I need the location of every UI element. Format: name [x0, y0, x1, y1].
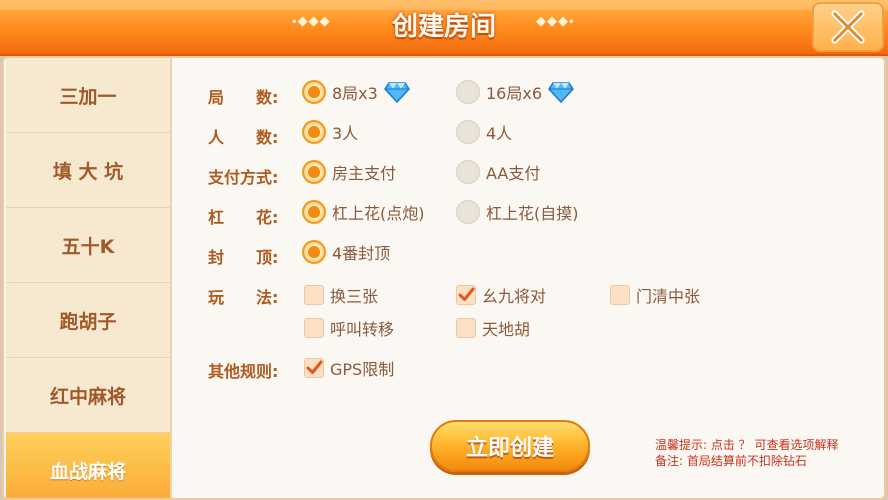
radio-selected-icon: [302, 120, 326, 144]
rounds-option-16[interactable]: 16局x6: [456, 80, 574, 104]
sidebar-item-paohuzi[interactable]: 跑胡子: [6, 283, 170, 358]
checkbox-unchecked-icon: [456, 318, 476, 338]
radio-unselected-icon: [456, 120, 480, 144]
tip-line-1: 温馨提示: 点击 ？ 可查看选项解释: [655, 438, 839, 452]
sidebar-item-sanjiayi[interactable]: 三加一: [6, 58, 170, 133]
players-label: 人 数:: [208, 128, 279, 147]
rounds-label: 局 数:: [208, 88, 279, 107]
sidebar-item-wushik[interactable]: 五十K: [6, 208, 170, 283]
gang-option-dianpao[interactable]: 杠上花(点炮): [302, 200, 425, 224]
checkbox-unchecked-icon: [610, 285, 630, 305]
cap-label: 封 顶:: [208, 248, 279, 267]
players-option-3[interactable]: 3人: [302, 120, 358, 144]
cap-option-4fan[interactable]: 4番封顶: [302, 240, 390, 264]
radio-selected-icon: [302, 80, 326, 104]
players-option-4-label: 4人: [486, 124, 513, 143]
radio-selected-icon: [302, 200, 326, 224]
payment-option-aa[interactable]: AA支付: [456, 160, 540, 184]
play-option-hujiaozhuanyi-label: 呼叫转移: [330, 320, 395, 339]
play-option-menqingzhongzhang[interactable]: 门清中张: [610, 283, 700, 307]
other-rules-label: 其他规则:: [208, 362, 279, 381]
checkmark-icon: [306, 360, 323, 374]
header-bar: ⬩◆◆◆ 创建房间 ◆◆◆⬩: [0, 0, 888, 56]
play-option-tiandihu-label: 天地胡: [482, 320, 531, 339]
payment-option-aa-label: AA支付: [486, 164, 541, 183]
rounds-option-8[interactable]: 8局x3: [302, 80, 410, 104]
create-room-button[interactable]: 立即创建: [430, 420, 590, 472]
other-option-gps[interactable]: GPS限制: [304, 356, 394, 380]
gang-option-zimo-label: 杠上花(自摸): [486, 204, 579, 223]
payment-option-host[interactable]: 房主支付: [302, 160, 396, 184]
play-option-hujiaozhuanyi[interactable]: 呼叫转移: [304, 316, 394, 340]
payment-option-host-label: 房主支付: [332, 164, 397, 183]
gang-option-zimo[interactable]: 杠上花(自摸): [456, 200, 579, 224]
play-option-yaojiujiangdui[interactable]: 幺九将对: [456, 283, 546, 307]
rounds-option-16-label: 16局x6: [486, 84, 543, 103]
sidebar-item-xuezhan[interactable]: 血战麻将: [6, 433, 170, 498]
checkbox-unchecked-icon: [304, 318, 324, 338]
radio-unselected-icon: [456, 160, 480, 184]
page-title: 创建房间: [391, 12, 496, 42]
radio-selected-icon: [302, 240, 326, 264]
diamond-icon: [548, 82, 574, 103]
tip-line-2: 备注: 首局结算前不扣除钻石: [655, 454, 807, 468]
radio-unselected-icon: [456, 200, 480, 224]
players-option-4[interactable]: 4人: [456, 120, 512, 144]
sidebar-item-hongzhong[interactable]: 红中麻将: [6, 358, 170, 433]
rounds-option-8-label: 8局x3: [332, 84, 378, 103]
radio-selected-icon: [302, 160, 326, 184]
other-option-gps-label: GPS限制: [330, 360, 395, 379]
players-option-3-label: 3人: [332, 124, 359, 143]
gang-option-dianpao-label: 杠上花(点炮): [332, 204, 425, 223]
checkbox-checked-icon: [456, 285, 476, 305]
gang-label: 杠 花:: [208, 208, 279, 227]
title-decoration-right: ◆◆◆⬩: [536, 14, 575, 29]
checkbox-unchecked-icon: [304, 285, 324, 305]
play-option-menqingzhongzhang-label: 门清中张: [636, 287, 701, 306]
play-option-huansanzhang-label: 换三张: [330, 287, 379, 306]
close-icon: [831, 10, 865, 44]
game-type-sidebar: 三加一 填 大 坑 五十K 跑胡子 红中麻将 血战麻将: [6, 58, 172, 498]
payment-label: 支付方式:: [208, 168, 279, 187]
sidebar-item-tiandakeng[interactable]: 填 大 坑: [6, 133, 170, 208]
checkbox-checked-icon: [304, 358, 324, 378]
diamond-icon: [383, 82, 410, 103]
cap-option-4fan-label: 4番封顶: [332, 244, 391, 263]
play-option-yaojiujiangdui-label: 幺九将对: [482, 287, 547, 306]
checkmark-icon: [458, 287, 475, 301]
play-option-tiandihu[interactable]: 天地胡: [456, 316, 530, 340]
radio-unselected-icon: [456, 80, 480, 104]
close-button[interactable]: [812, 2, 884, 52]
play-label: 玩 法:: [208, 288, 279, 307]
play-option-huansanzhang[interactable]: 换三张: [304, 283, 378, 307]
